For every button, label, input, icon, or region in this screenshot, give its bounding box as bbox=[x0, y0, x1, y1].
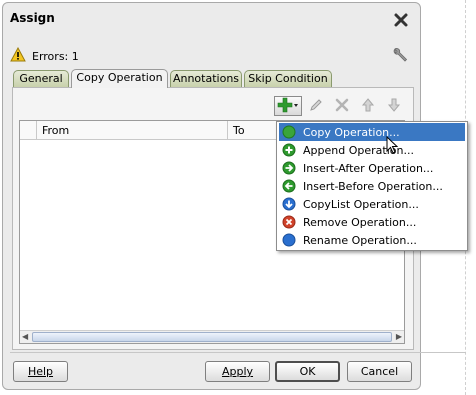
add-operation-menu: Copy Operation... Append Operation... In… bbox=[276, 121, 468, 251]
delete-operation-button[interactable] bbox=[330, 96, 354, 116]
arrow-right-circle-icon bbox=[282, 161, 296, 175]
tab-annotations[interactable]: Annotations bbox=[170, 70, 242, 87]
move-down-button[interactable] bbox=[382, 96, 406, 116]
menu-item-label: Insert-Before Operation... bbox=[303, 179, 443, 193]
delete-icon bbox=[334, 97, 350, 116]
edit-operation-button[interactable] bbox=[304, 96, 328, 116]
tab-skip-condition[interactable]: Skip Condition bbox=[244, 70, 332, 87]
errors-label: Errors: 1 bbox=[32, 49, 79, 63]
footer-divider bbox=[10, 352, 466, 353]
menu-item-label: CopyList Operation... bbox=[303, 197, 419, 211]
arrow-down-circle-icon bbox=[282, 197, 296, 211]
add-operation-button[interactable] bbox=[274, 96, 302, 116]
move-up-button[interactable] bbox=[356, 96, 380, 116]
wrench-icon[interactable] bbox=[391, 46, 409, 67]
mouse-cursor-icon bbox=[386, 135, 399, 159]
arrow-left-circle-icon bbox=[282, 179, 296, 193]
menu-item-insert-after-operation[interactable]: Insert-After Operation... bbox=[279, 159, 465, 177]
error-status: Errors: 1 bbox=[10, 46, 79, 65]
column-header-to[interactable]: To bbox=[233, 124, 245, 137]
column-header-from[interactable]: From bbox=[42, 124, 69, 137]
close-icon[interactable] bbox=[393, 12, 409, 31]
column-separator bbox=[36, 121, 37, 139]
apply-button-label: Apply bbox=[221, 365, 254, 378]
scrollbar-thumb[interactable] bbox=[32, 332, 392, 342]
menu-item-remove-operation[interactable]: Remove Operation... bbox=[279, 213, 465, 231]
help-button-label: Help bbox=[27, 365, 54, 378]
menu-item-insert-before-operation[interactable]: Insert-Before Operation... bbox=[279, 177, 465, 195]
menu-item-copylist-operation[interactable]: CopyList Operation... bbox=[279, 195, 465, 213]
operations-toolbar bbox=[274, 96, 408, 116]
column-separator bbox=[227, 121, 228, 139]
green-circle-icon bbox=[282, 125, 296, 139]
cancel-button-label: Cancel bbox=[360, 365, 399, 378]
arrow-down-icon bbox=[387, 97, 401, 116]
x-circle-icon bbox=[282, 215, 296, 229]
menu-item-label: Insert-After Operation... bbox=[303, 161, 434, 175]
plus-circle-icon bbox=[282, 143, 296, 157]
help-button[interactable]: Help bbox=[13, 361, 68, 382]
horizontal-scrollbar[interactable]: ◀ ▶ bbox=[20, 330, 404, 343]
scroll-left-icon[interactable]: ◀ bbox=[22, 332, 28, 341]
menu-item-label: Rename Operation... bbox=[303, 233, 417, 247]
menu-item-copy-operation[interactable]: Copy Operation... bbox=[279, 123, 465, 141]
tab-copy-operation[interactable]: Copy Operation bbox=[71, 69, 168, 88]
cancel-button[interactable]: Cancel bbox=[347, 361, 412, 382]
ok-button-label: OK bbox=[299, 365, 316, 378]
ok-button[interactable]: OK bbox=[275, 361, 340, 382]
scroll-right-icon[interactable]: ▶ bbox=[396, 332, 402, 341]
menu-item-label: Remove Operation... bbox=[303, 215, 417, 229]
pencil-icon bbox=[308, 97, 324, 116]
menu-item-append-operation[interactable]: Append Operation... bbox=[279, 141, 465, 159]
apply-button[interactable]: Apply bbox=[205, 361, 270, 382]
dialog-title: Assign bbox=[10, 11, 55, 25]
add-icon bbox=[277, 97, 299, 116]
arrow-up-icon bbox=[361, 97, 375, 116]
menu-item-rename-operation[interactable]: Rename Operation... bbox=[279, 231, 465, 249]
blue-circle-icon bbox=[282, 233, 296, 247]
tab-general[interactable]: General bbox=[13, 70, 69, 87]
warning-icon bbox=[10, 46, 26, 65]
